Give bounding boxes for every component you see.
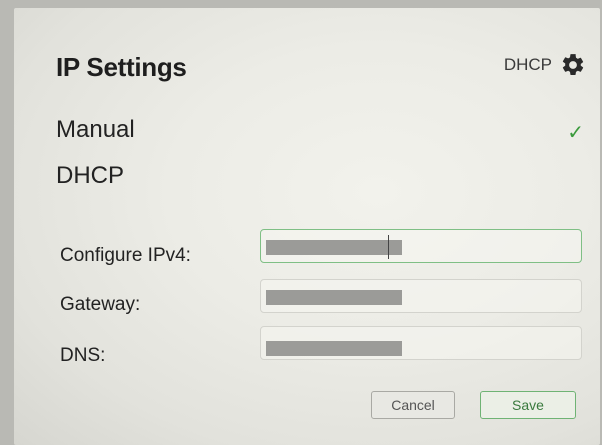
gateway-redacted-value xyxy=(266,290,402,305)
ipv4-label: Configure IPv4: xyxy=(60,245,191,266)
option-dhcp[interactable]: DHCP xyxy=(56,162,124,190)
dns-field[interactable] xyxy=(260,326,582,360)
gateway-field[interactable] xyxy=(260,279,582,313)
save-button[interactable]: Save xyxy=(480,391,576,419)
gear-icon[interactable] xyxy=(560,52,586,78)
dns-redacted-value xyxy=(266,341,402,356)
option-manual[interactable]: Manual xyxy=(56,116,135,144)
text-caret xyxy=(388,235,389,259)
cancel-button[interactable]: Cancel xyxy=(371,391,455,419)
ipv4-field[interactable] xyxy=(260,229,582,263)
check-icon: ✓ xyxy=(567,122,584,144)
mode-label: DHCP xyxy=(503,55,552,74)
dns-label: DNS: xyxy=(60,345,106,366)
gateway-label: Gateway: xyxy=(60,294,141,315)
page-title: IP Settings xyxy=(56,52,187,82)
ipv4-redacted-value xyxy=(266,240,402,255)
mode-indicator[interactable]: DHCP xyxy=(504,52,586,78)
ip-settings-panel: IP Settings DHCP Manual ✓ DHCP Configure… xyxy=(14,8,600,445)
